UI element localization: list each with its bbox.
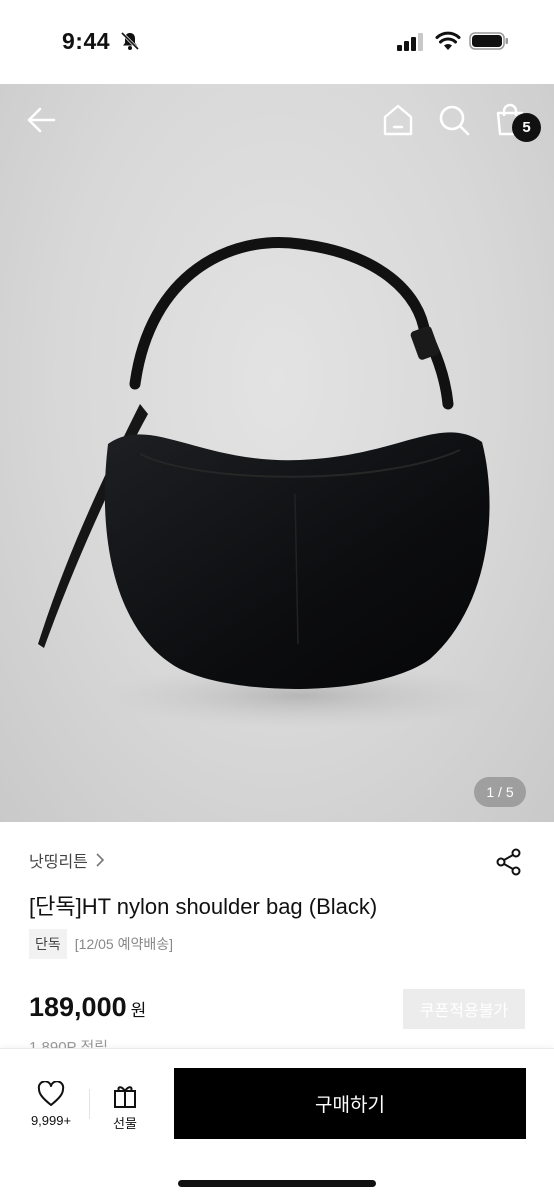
bottom-action-bar: 9,999+ 선물 구매하기 [0,1048,554,1200]
divider [89,1089,90,1119]
image-page-indicator: 1 / 5 [474,777,526,807]
search-icon[interactable] [434,100,474,140]
coupon-unavailable-button[interactable]: 쿠폰적용불가 [403,989,525,1029]
gift-button[interactable]: 선물 [103,1081,147,1136]
gift-icon [114,1086,136,1108]
status-bar: 9:44 [0,0,554,84]
home-icon[interactable] [378,100,418,140]
price-row: 189,000 원 [29,992,146,1023]
product-tags: 단독 [12/05 예약배송] [29,929,173,959]
battery-icon [469,32,508,50]
cart-count-badge: 5 [512,113,541,142]
share-icon[interactable] [494,847,524,877]
brand-name: 낫띵리튼 [29,854,88,871]
price-value: 189,000 [29,992,127,1022]
buy-button[interactable]: 구매하기 [174,1068,526,1139]
bell-muted-icon [120,31,140,51]
like-button[interactable]: 9,999+ [26,1081,76,1136]
product-title: [단독]HT nylon shoulder bag (Black) [29,894,378,919]
like-count: 9,999+ [30,1113,72,1128]
back-arrow-icon[interactable] [22,100,62,140]
status-time: 9:44 [62,28,111,54]
wifi-icon [435,31,461,50]
exclusive-badge: 단독 [29,929,67,959]
home-indicator [178,1180,376,1187]
cellular-signal-icon [397,33,423,51]
heart-icon [37,1081,65,1106]
shipping-note: [12/05 예약배송] [74,936,173,952]
gift-label: 선물 [113,1116,137,1131]
price-currency: 원 [130,1001,147,1020]
chevron-right-icon [96,853,105,867]
brand-link[interactable]: 낫띵리튼 [29,848,106,872]
product-photo [38,237,500,728]
product-image-carousel[interactable]: 1 / 5 [0,84,554,822]
